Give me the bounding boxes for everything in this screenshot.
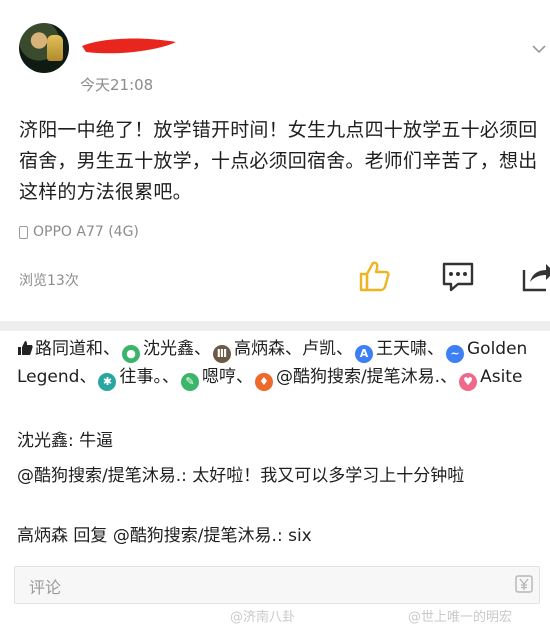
comment-separator: : bbox=[181, 466, 193, 486]
flame-badge-icon: ♦ bbox=[254, 373, 273, 391]
comment-author[interactable]: @酷狗搜索/提笔沐易. bbox=[17, 466, 181, 486]
post-text: 济阳一中绝了！放学错开时间！女生九点四十放学五十必须回宿舍，男生五十放学，十点必… bbox=[19, 119, 538, 203]
reply-label: 回复 bbox=[68, 526, 113, 546]
device-label: OPPO A77 (4G) bbox=[33, 224, 139, 240]
watermarks: @济南八卦 @世上唯一的明宏 bbox=[230, 604, 550, 630]
liker-name[interactable]: 沈光鑫 bbox=[143, 339, 194, 359]
comment-item: 高炳森 回复 @酷狗搜索/提笔沐易.: six bbox=[17, 522, 537, 550]
section-divider bbox=[0, 321, 550, 331]
comment-text: 牛逼 bbox=[79, 431, 114, 451]
comment-input[interactable]: 评论 bbox=[14, 566, 540, 604]
avatar[interactable] bbox=[19, 23, 69, 73]
comment-text: : six bbox=[276, 526, 312, 546]
comment-author[interactable]: 高炳森 bbox=[17, 526, 68, 546]
chevron-down-icon[interactable] bbox=[530, 40, 548, 58]
liker-name[interactable]: 往事。 bbox=[119, 367, 162, 387]
separator: 、 bbox=[79, 367, 97, 387]
liker-name[interactable]: 王天啸 bbox=[376, 339, 427, 359]
liker-name[interactable]: 嗯哼 bbox=[202, 367, 236, 387]
share-button[interactable] bbox=[520, 258, 550, 294]
comment-button[interactable] bbox=[440, 258, 476, 294]
comment-separator: : bbox=[68, 431, 80, 451]
comment-text: 太好啦！我又可以多学习上十分钟啦 bbox=[192, 466, 465, 486]
comment-placeholder: 评论 bbox=[29, 578, 62, 597]
comment-item: @酷狗搜索/提笔沐易.: 太好啦！我又可以多学习上十分钟啦 bbox=[17, 462, 537, 490]
device-source: OPPO A77 (4G) bbox=[19, 224, 139, 240]
username-redaction bbox=[82, 38, 176, 54]
comment-author[interactable]: 沈光鑫 bbox=[17, 431, 68, 451]
liker-name[interactable]: Asite bbox=[480, 367, 522, 387]
comment-item: 沈光鑫: 牛逼 bbox=[17, 427, 537, 455]
trophy-icon bbox=[47, 35, 63, 61]
phone-icon bbox=[19, 225, 28, 239]
post-timestamp: 今天21:08 bbox=[80, 76, 154, 94]
view-count: 浏览13次 bbox=[19, 273, 79, 289]
separator: 、 bbox=[427, 339, 444, 359]
reply-target[interactable]: @酷狗搜索/提笔沐易. bbox=[113, 526, 277, 546]
separator: 、 bbox=[440, 367, 458, 387]
separator: 、 bbox=[336, 339, 353, 359]
level-badge-icon: Ⅲ bbox=[213, 345, 231, 363]
watermark: @济南八卦 bbox=[230, 610, 296, 625]
thumbs-up-icon bbox=[18, 341, 33, 355]
liker-name[interactable]: 卢凯 bbox=[302, 339, 336, 359]
watermark: @世上唯一的明宏 bbox=[408, 610, 513, 625]
radiation-badge-icon: ✱ bbox=[98, 373, 117, 391]
separator: 、 bbox=[235, 367, 253, 387]
weibo-post-screenshot: 今天21:08 济阳一中绝了！放学错开时间！女生九点四十放学五十必须回宿舍，男生… bbox=[0, 0, 550, 632]
separator: 、 bbox=[161, 367, 179, 387]
separator: 、 bbox=[194, 339, 211, 359]
currency-icon[interactable] bbox=[515, 575, 533, 593]
letter-a-badge-icon: A bbox=[355, 345, 373, 363]
like-button[interactable] bbox=[357, 258, 393, 294]
liker-name[interactable]: @酷狗搜索/提笔沐易. bbox=[276, 367, 440, 387]
separator: 、 bbox=[285, 339, 302, 359]
leaf-badge-icon: ✎ bbox=[180, 373, 199, 391]
liker-name[interactable]: 高炳森 bbox=[234, 339, 285, 359]
liker-name[interactable]: 路同道和 bbox=[35, 339, 103, 359]
cloud-badge-icon: ~ bbox=[446, 345, 464, 363]
separator: 、 bbox=[103, 339, 120, 359]
likes-list: 路同道和、 ● 沈光鑫、 Ⅲ 高炳森、卢凯、 A 王天啸、 ~ Golden Legend、 ✱ 往… bbox=[17, 335, 547, 391]
leaf-badge-icon: ● bbox=[122, 345, 140, 363]
heart-badge-icon: ♥ bbox=[459, 373, 478, 391]
